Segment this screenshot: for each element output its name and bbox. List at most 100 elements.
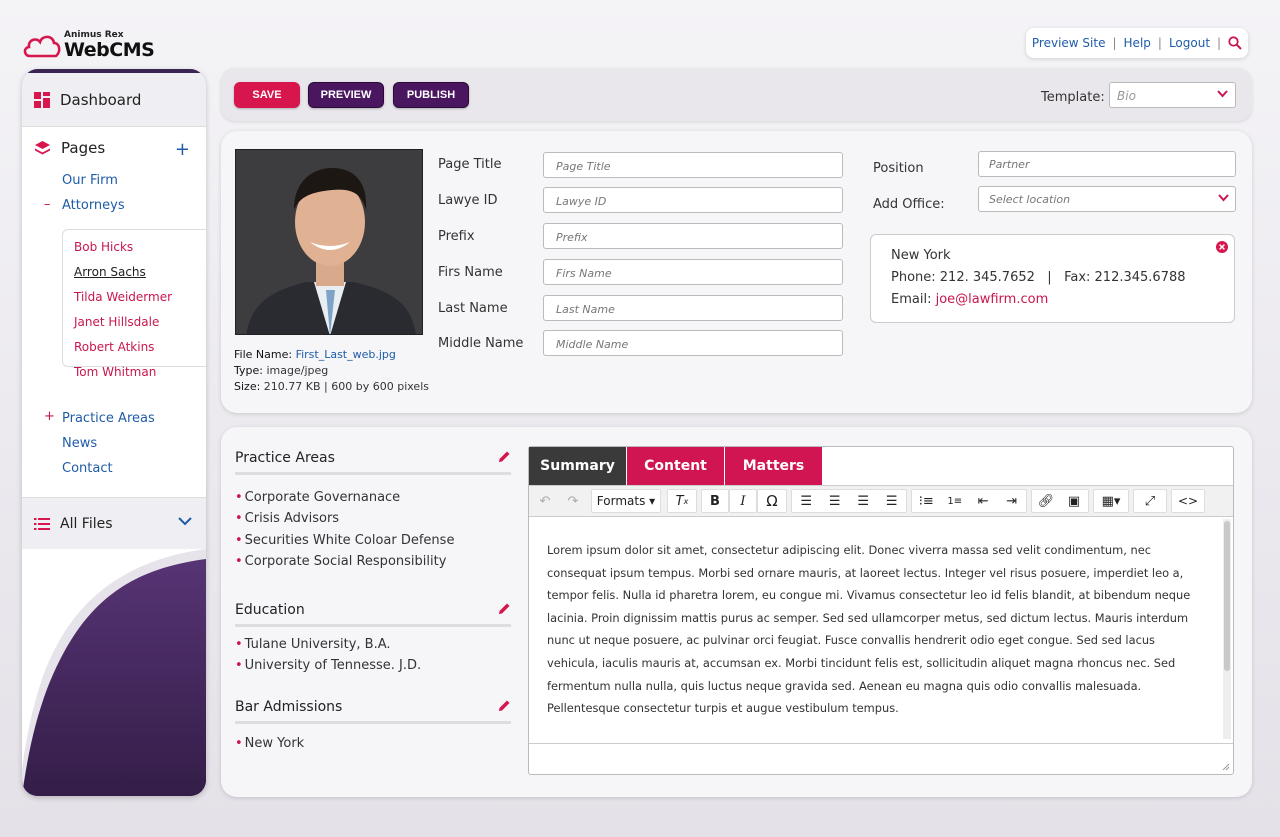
publish-button[interactable]: PUBLISH <box>393 82 469 108</box>
sidebar-item-news[interactable]: News <box>62 436 97 451</box>
office-email-link[interactable]: joe@lawfirm.com <box>936 292 1049 307</box>
sidebar-item-label: Pages <box>61 139 106 157</box>
add-page-icon[interactable]: + <box>175 139 190 160</box>
practice-areas-header: Practice Areas <box>235 450 511 475</box>
alignment-group: ☰ ☰ ☰ ☰ <box>791 489 907 513</box>
close-icon[interactable] <box>1216 241 1228 253</box>
numbered-list-icon[interactable]: 1≡ <box>941 496 970 507</box>
rich-text-editor: Summary Content Matters ↶ ↷ Formats ▾ Tx… <box>528 446 1234 775</box>
middle-name-input[interactable]: Middle Name <box>543 330 843 356</box>
align-left-icon[interactable]: ☰ <box>792 494 821 509</box>
logout-link[interactable]: Logout <box>1169 36 1210 50</box>
list-item-text: New York <box>244 736 305 751</box>
cloud-logo-icon <box>23 35 61 58</box>
search-icon[interactable] <box>1228 36 1242 50</box>
education-header: Education <box>235 602 511 627</box>
bullet-list-icon[interactable]: ⁝≡ <box>912 494 941 509</box>
edit-pencil-icon[interactable] <box>498 602 511 615</box>
sidebar-item-practice-areas[interactable]: Practice Areas <box>62 411 155 426</box>
table-icon[interactable]: ▦▾ <box>1093 489 1129 513</box>
layers-icon <box>35 140 50 154</box>
office-phone-value: Phone: 212. 345.7652 <box>891 270 1035 285</box>
position-input[interactable]: Partner <box>978 151 1236 177</box>
file-type-label: Type: <box>234 364 263 377</box>
section-title: Education <box>235 602 305 618</box>
special-char-icon[interactable]: Ω <box>757 489 787 513</box>
sidebar-item-pages[interactable]: Pages <box>34 139 105 157</box>
italic-icon[interactable]: I <box>729 489 757 513</box>
prefix-input[interactable]: Prefix <box>543 223 843 249</box>
image-icon[interactable]: ▣ <box>1060 494 1088 509</box>
tab-summary[interactable]: Summary <box>529 447 627 485</box>
redo-icon[interactable]: ↷ <box>561 489 585 513</box>
tab-matters[interactable]: Matters <box>725 447 823 485</box>
expand-icon[interactable]: + <box>44 409 55 424</box>
sidebar-subitem-attorney[interactable]: Arron Sachs <box>74 265 146 279</box>
template-select[interactable]: Bio <box>1109 82 1236 108</box>
lawyer-id-label: Lawye ID <box>438 193 498 208</box>
chevron-down-icon <box>1218 194 1229 202</box>
align-justify-icon[interactable]: ☰ <box>878 494 907 509</box>
last-name-input[interactable]: Last Name <box>543 295 843 321</box>
sidebar-subitem-attorney[interactable]: Janet Hillsdale <box>74 315 159 329</box>
sidebar-subitem-attorney[interactable]: Bob Hicks <box>74 240 133 254</box>
edit-pencil-icon[interactable] <box>498 450 511 463</box>
insert-group: 🔗︎ ▣ <box>1031 489 1089 513</box>
first-name-input[interactable]: Firs Name <box>543 259 843 285</box>
preview-button[interactable]: PREVIEW <box>308 82 384 108</box>
list-indent-group: ⁝≡ 1≡ ⇤ ⇥ <box>911 489 1027 513</box>
list-item-text: Crisis Advisors <box>244 511 340 526</box>
list-item-text: Corporate Social Responsibility <box>244 554 447 569</box>
lawyer-id-input[interactable]: Lawye ID <box>543 187 843 213</box>
sidebar-item-our-firm[interactable]: Our Firm <box>62 173 118 188</box>
save-button[interactable]: SAVE <box>234 82 300 108</box>
sidebar-subitem-attorney[interactable]: Tilda Weidermer <box>74 290 172 304</box>
sidebar: Dashboard Pages + Our Firm – Attorneys B… <box>22 69 206 796</box>
office-email: Email: joe@lawfirm.com <box>891 292 1048 307</box>
add-office-select[interactable]: Select location <box>978 186 1236 212</box>
align-center-icon[interactable]: ☰ <box>821 494 850 509</box>
clear-format-icon[interactable]: Tx <box>667 489 697 513</box>
sidebar-item-contact[interactable]: Contact <box>62 461 113 476</box>
sidebar-subitem-attorney[interactable]: Robert Atkins <box>74 340 154 354</box>
resize-handle-icon[interactable] <box>1222 763 1230 771</box>
middle-name-label: Middle Name <box>438 336 524 351</box>
align-right-icon[interactable]: ☰ <box>849 494 878 509</box>
indent-icon[interactable]: ⇥ <box>998 494 1027 509</box>
separator: | <box>1217 36 1222 50</box>
editor-content[interactable]: Lorem ipsum dolor sit amet, consectetur … <box>529 517 1221 743</box>
bold-icon[interactable]: B <box>701 489 729 513</box>
file-size: Size: 210.77 KB | 600 by 600 pixels <box>234 380 429 393</box>
tab-content[interactable]: Content <box>627 447 725 485</box>
help-link[interactable]: Help <box>1124 36 1151 50</box>
fullscreen-icon[interactable]: ⤢ <box>1133 489 1167 513</box>
scrollbar-thumb[interactable] <box>1224 521 1230 671</box>
link-icon[interactable]: 🔗︎ <box>1032 494 1060 509</box>
list-item: • Crisis Advisors <box>235 511 340 526</box>
editor-statusbar <box>529 743 1233 774</box>
sidebar-item-attorneys[interactable]: Attorneys <box>62 198 125 213</box>
undo-icon[interactable]: ↶ <box>533 489 557 513</box>
outdent-icon[interactable]: ⇤ <box>969 494 998 509</box>
top-links: Preview Site | Help | Logout | <box>1026 28 1248 58</box>
profile-photo[interactable] <box>235 149 423 335</box>
list-item: • Securities White Coloar Defense <box>235 533 455 548</box>
sidebar-subitem-attorney[interactable]: Tom Whitman <box>74 365 156 379</box>
chevron-down-icon[interactable] <box>178 517 192 526</box>
list-icon <box>34 517 50 530</box>
separator: | <box>1112 36 1117 50</box>
preview-site-link[interactable]: Preview Site <box>1032 36 1106 50</box>
dashboard-icon <box>34 91 50 108</box>
sidebar-item-dashboard[interactable]: Dashboard <box>22 73 206 127</box>
file-name-link[interactable]: First_Last_web.jpg <box>296 348 396 361</box>
formats-dropdown[interactable]: Formats ▾ <box>591 489 661 513</box>
template-value: Bio <box>1117 89 1136 103</box>
edit-pencil-icon[interactable] <box>498 699 511 712</box>
file-type-value: image/jpeg <box>266 364 329 377</box>
collapse-icon[interactable]: – <box>44 197 51 212</box>
sidebar-item-label: Dashboard <box>60 90 142 109</box>
list-item: • New York <box>235 736 305 751</box>
source-code-icon[interactable]: <> <box>1171 489 1205 513</box>
page-title-input[interactable]: Page Title <box>543 152 843 178</box>
add-office-placeholder: Select location <box>989 193 1071 206</box>
